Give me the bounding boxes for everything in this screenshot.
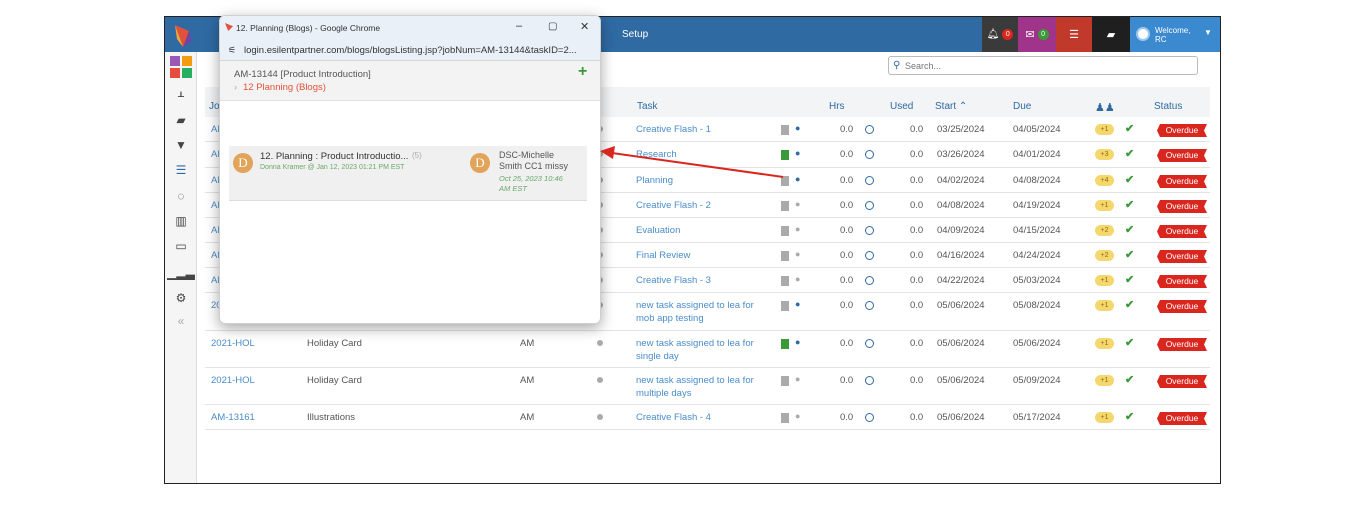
arrow-line	[611, 152, 784, 178]
arrow-head	[600, 146, 615, 159]
annotation-arrow	[600, 146, 784, 178]
